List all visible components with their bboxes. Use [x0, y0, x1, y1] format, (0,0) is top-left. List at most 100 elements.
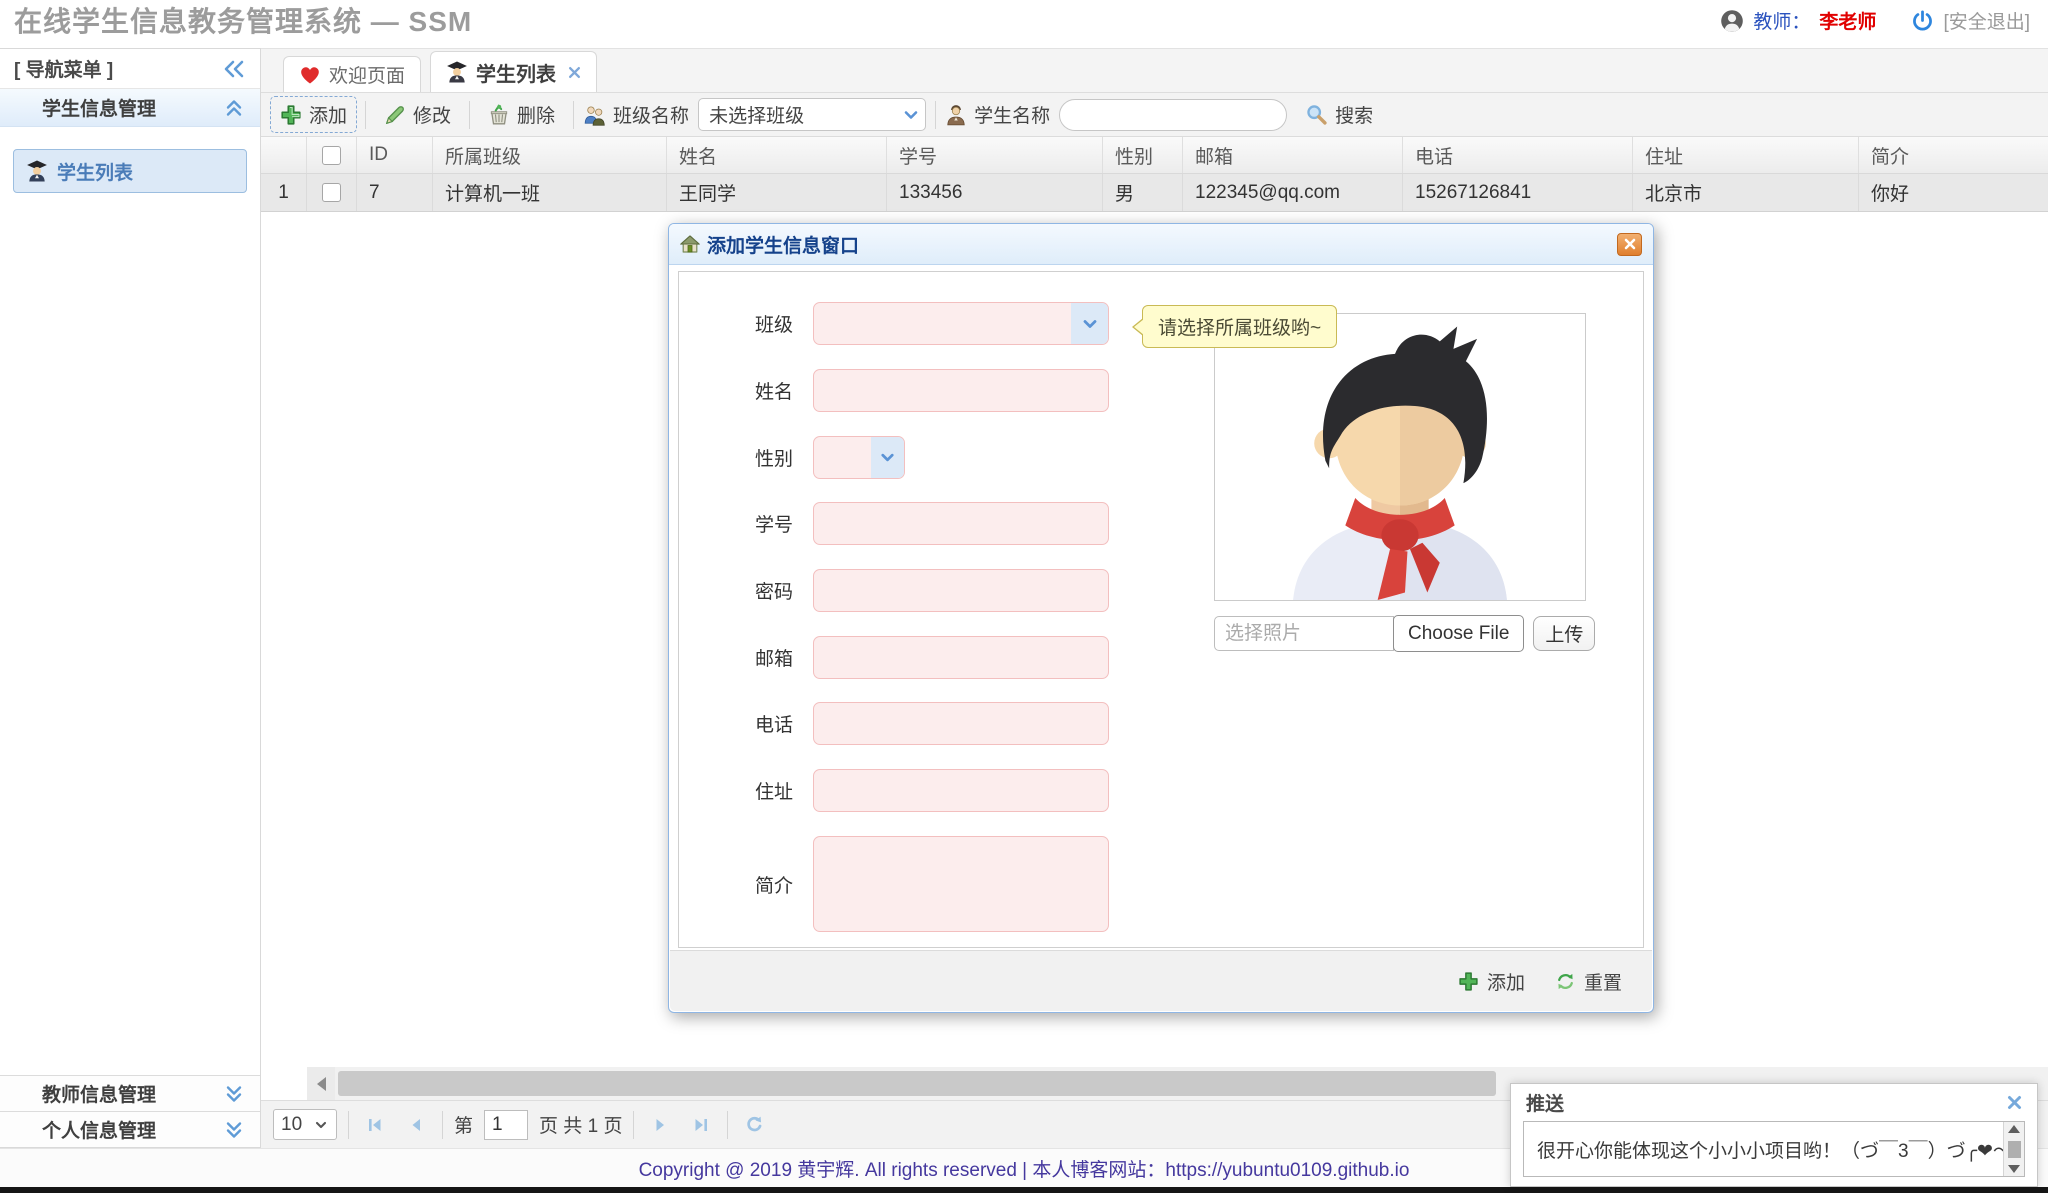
column-header-email[interactable]: 邮箱	[1183, 137, 1403, 173]
cell-id: 7	[357, 174, 433, 211]
student-no-input[interactable]	[813, 502, 1109, 545]
column-header-address[interactable]: 住址	[1633, 137, 1859, 173]
cell-number: 133456	[887, 174, 1103, 211]
cell-address: 北京市	[1633, 174, 1859, 211]
push-close-button[interactable]	[2007, 1095, 2022, 1110]
tabs-bar: 欢迎页面 学生列表	[261, 49, 2048, 93]
nav-menu-title: [ 导航菜单 ]	[14, 55, 113, 82]
form-row-name: 姓名	[679, 369, 1109, 412]
close-tab-icon[interactable]	[568, 66, 581, 79]
current-page-input[interactable]	[484, 1110, 528, 1140]
sidebar-bottom-panels: 教师信息管理 个人信息管理	[0, 1075, 260, 1147]
tab-welcome[interactable]: 欢迎页面	[283, 56, 421, 92]
logout-link[interactable]: [安全退出]	[1943, 7, 2030, 34]
push-title: 推送	[1526, 1089, 1564, 1116]
column-header-class[interactable]: 所属班级	[433, 137, 667, 173]
row-checkbox-cell	[307, 174, 357, 211]
accordion-panel-profile[interactable]: 个人信息管理	[0, 1111, 260, 1147]
field-label: 住址	[679, 777, 813, 804]
edit-button-label: 修改	[413, 101, 451, 128]
pager-separator	[348, 1111, 349, 1139]
column-header-name[interactable]: 姓名	[667, 137, 887, 173]
add-button[interactable]: 添加	[271, 97, 356, 132]
delete-button[interactable]: 删除	[479, 97, 564, 132]
sidebar: [ 导航菜单 ] 学生信息管理	[0, 48, 261, 1148]
class-tooltip: 请选择所属班级哟~	[1142, 305, 1337, 348]
intro-textarea[interactable]	[813, 836, 1109, 932]
student-name-label: 学生名称	[974, 101, 1050, 128]
choose-file-button[interactable]: Choose File	[1393, 615, 1524, 652]
column-header-intro[interactable]: 简介	[1859, 137, 2048, 173]
class-select-value: 未选择班级	[709, 101, 804, 128]
chevron-down-icon	[313, 1117, 329, 1133]
panel-label: 个人信息管理	[42, 1116, 156, 1143]
class-name-label: 班级名称	[613, 101, 689, 128]
copyright-text: Copyright @ 2019 黄宇辉. All rights reserve…	[639, 1155, 1410, 1182]
triangle-left-icon	[317, 1077, 326, 1091]
field-label: 姓名	[679, 377, 813, 404]
prev-page-button[interactable]	[401, 1110, 431, 1140]
form-row-password: 密码	[679, 569, 1109, 612]
avatar-image	[1250, 324, 1550, 600]
sidebar-item-student-list[interactable]: 学生列表	[13, 149, 247, 193]
next-page-button[interactable]	[645, 1110, 675, 1140]
field-label: 性别	[679, 444, 813, 471]
tab-student-list[interactable]: 学生列表	[430, 51, 597, 92]
edit-button[interactable]: 修改	[375, 97, 460, 132]
scroll-down-icon[interactable]	[2008, 1165, 2020, 1173]
student-name-input[interactable]	[1059, 99, 1287, 131]
last-page-button[interactable]	[686, 1110, 716, 1140]
column-header-phone[interactable]: 电话	[1403, 137, 1633, 173]
email-input[interactable]	[813, 636, 1109, 679]
column-header-id[interactable]: ID	[357, 137, 433, 173]
name-input[interactable]	[813, 369, 1109, 412]
chevron-down-icon	[901, 105, 921, 125]
scrollbar-thumb[interactable]	[338, 1071, 1496, 1096]
first-page-button[interactable]	[360, 1110, 390, 1140]
phone-input[interactable]	[813, 702, 1109, 745]
field-label: 电话	[679, 710, 813, 737]
chevron-down-icon[interactable]	[871, 437, 904, 478]
form-row-gender: 性别	[679, 436, 905, 479]
chevron-down-icon[interactable]	[1071, 303, 1108, 344]
class-combo[interactable]	[813, 302, 1109, 345]
total-pages: 1	[588, 1116, 599, 1137]
scrollbar-thumb[interactable]	[2008, 1141, 2021, 1158]
upload-controls: Choose File 上传	[1214, 615, 1595, 652]
scroll-up-icon[interactable]	[2008, 1125, 2020, 1133]
page-label-group: 页 共 1 页	[539, 1111, 622, 1138]
gender-combo[interactable]	[813, 436, 905, 479]
class-select[interactable]: 未选择班级	[698, 98, 926, 131]
dialog-reset-button[interactable]: 重置	[1555, 968, 1622, 995]
dialog-add-button[interactable]: 添加	[1458, 968, 1525, 995]
push-message-box: 很开心你能体现这个小小小项目哟！（づ￣3￣）づ╭❤～	[1523, 1121, 2025, 1177]
row-checkbox[interactable]	[322, 183, 341, 202]
panel-label: 学生信息管理	[42, 94, 156, 121]
column-header-number[interactable]: 学号	[887, 137, 1103, 173]
refresh-button[interactable]	[739, 1110, 769, 1140]
dialog-close-button[interactable]	[1617, 233, 1642, 256]
search-button[interactable]: 搜索	[1296, 97, 1382, 132]
address-input[interactable]	[813, 769, 1109, 812]
password-input[interactable]	[813, 569, 1109, 612]
accordion-panel-students[interactable]: 学生信息管理	[0, 89, 260, 127]
push-scrollbar[interactable]	[2003, 1122, 2024, 1176]
collapse-sidebar-icon[interactable]	[222, 59, 246, 79]
table-row[interactable]: 1 7 计算机一班 王同学 133456 男 122345@qq.com 152…	[261, 174, 2048, 212]
search-icon	[1305, 103, 1328, 126]
photo-preview	[1214, 313, 1586, 601]
dialog-header[interactable]: 添加学生信息窗口	[669, 224, 1653, 265]
toolbar-separator	[573, 101, 574, 129]
select-all-checkbox[interactable]	[322, 146, 341, 165]
column-header-gender[interactable]: 性别	[1103, 137, 1183, 173]
pager-separator	[633, 1111, 634, 1139]
student-icon	[26, 160, 48, 182]
accordion-panel-teachers[interactable]: 教师信息管理	[0, 1075, 260, 1111]
photo-file-input[interactable]	[1214, 616, 1394, 651]
add-student-dialog: 添加学生信息窗口 班级	[668, 223, 1654, 1013]
page-size-select[interactable]: 10	[273, 1109, 337, 1140]
scroll-left-button[interactable]	[307, 1067, 335, 1100]
dialog-title: 添加学生信息窗口	[707, 231, 859, 258]
basket-icon	[488, 104, 510, 126]
upload-button[interactable]: 上传	[1533, 616, 1595, 651]
